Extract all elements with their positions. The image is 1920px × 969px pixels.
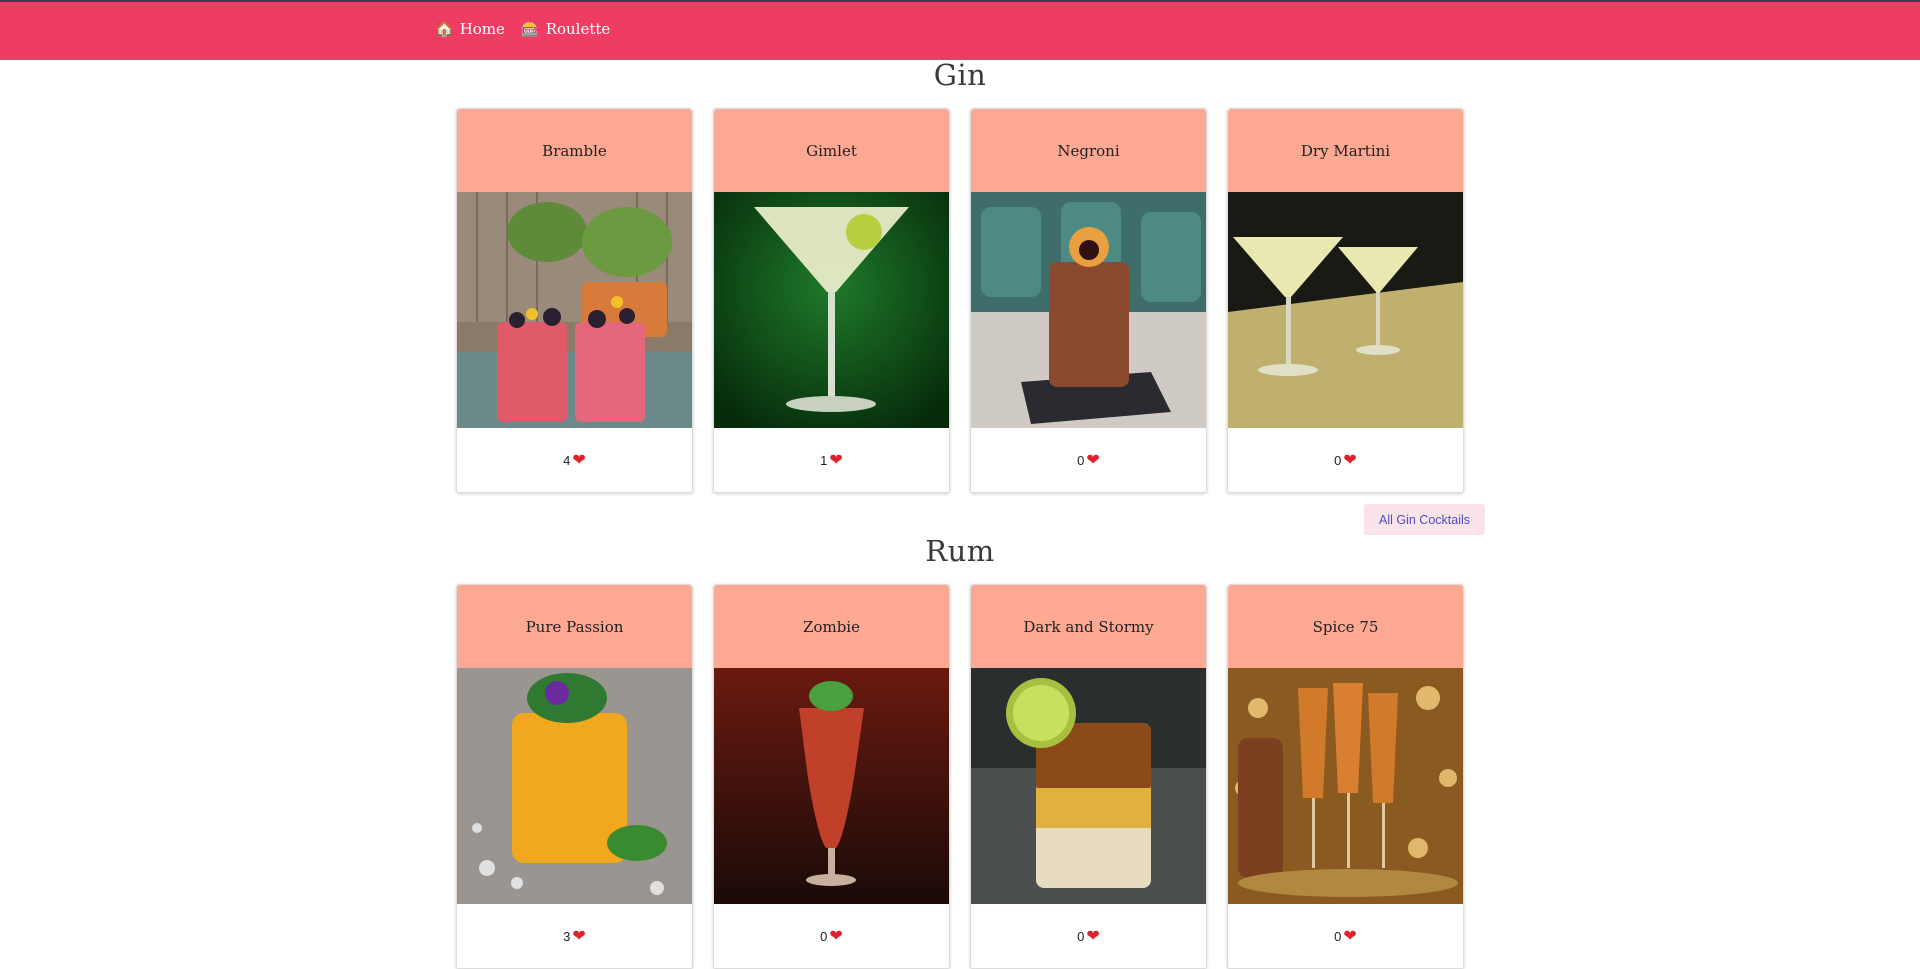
card-title: Gimlet — [714, 109, 949, 192]
pure-passion-cocktail-photo — [457, 668, 692, 904]
heart-icon[interactable]: ❤ — [1343, 450, 1356, 470]
like-count: 0 ❤ — [1228, 428, 1463, 492]
heart-icon[interactable]: ❤ — [829, 926, 842, 946]
cocktail-card-negroni[interactable]: Negroni 0 ❤ — [970, 108, 1207, 493]
house-icon: 🏠 — [435, 20, 454, 38]
heart-icon[interactable]: ❤ — [572, 450, 585, 470]
cocktail-card-dark-and-stormy[interactable]: Dark and Stormy 0 ❤ — [970, 584, 1207, 969]
slot-machine-icon: 🎰 — [521, 20, 540, 38]
cocktail-card-spice-75[interactable]: Spice 75 0 ❤ — [1227, 584, 1464, 969]
like-number: 0 — [1334, 452, 1342, 468]
nav-home-link[interactable]: 🏠 Home — [435, 20, 505, 38]
card-title: Dark and Stormy — [971, 585, 1206, 668]
cocktail-card-bramble[interactable]: Bramble 4 ❤ — [456, 108, 693, 493]
heart-icon[interactable]: ❤ — [1343, 926, 1356, 946]
card-title: Dry Martini — [1228, 109, 1463, 192]
like-count: 4 ❤ — [457, 428, 692, 492]
like-count: 0 ❤ — [1228, 904, 1463, 968]
nav-home-label: Home — [459, 20, 505, 38]
like-number: 0 — [820, 928, 828, 944]
like-count: 0 ❤ — [971, 428, 1206, 492]
negroni-cocktail-photo — [971, 192, 1206, 428]
heart-icon[interactable]: ❤ — [829, 450, 842, 470]
cocktail-card-gimlet[interactable]: Gimlet 1 ❤ — [713, 108, 950, 493]
heart-icon[interactable]: ❤ — [1086, 450, 1099, 470]
heart-icon[interactable]: ❤ — [572, 926, 585, 946]
bramble-cocktail-photo — [457, 192, 692, 428]
spice-75-cocktail-photo — [1228, 668, 1463, 904]
like-number: 0 — [1334, 928, 1342, 944]
dry-martini-cocktail-photo — [1228, 192, 1463, 428]
like-number: 1 — [820, 452, 828, 468]
cocktail-card-pure-passion[interactable]: Pure Passion 3 ❤ — [456, 584, 693, 969]
section-title-rum: Rum — [925, 534, 995, 568]
top-navbar: 🏠 Home 🎰 Roulette — [0, 0, 1920, 60]
card-title: Zombie — [714, 585, 949, 668]
gimlet-cocktail-photo — [714, 192, 949, 428]
section-title-gin: Gin — [933, 58, 987, 92]
like-count: 0 ❤ — [714, 904, 949, 968]
like-number: 4 — [563, 452, 571, 468]
cocktail-card-dry-martini[interactable]: Dry Martini 0 ❤ — [1227, 108, 1464, 493]
card-title: Pure Passion — [457, 585, 692, 668]
like-number: 0 — [1077, 928, 1085, 944]
dark-and-stormy-cocktail-photo — [971, 668, 1206, 904]
cocktail-card-zombie[interactable]: Zombie 0 ❤ — [713, 584, 950, 969]
card-title: Spice 75 — [1228, 585, 1463, 668]
card-title: Negroni — [971, 109, 1206, 192]
heart-icon[interactable]: ❤ — [1086, 926, 1099, 946]
like-count: 0 ❤ — [971, 904, 1206, 968]
like-number: 0 — [1077, 452, 1085, 468]
card-title: Bramble — [457, 109, 692, 192]
zombie-cocktail-photo — [714, 668, 949, 904]
nav-roulette-link[interactable]: 🎰 Roulette — [521, 20, 610, 38]
like-count: 1 ❤ — [714, 428, 949, 492]
like-number: 3 — [563, 928, 571, 944]
all-gin-cocktails-button[interactable]: All Gin Cocktails — [1364, 504, 1485, 535]
like-count: 3 ❤ — [457, 904, 692, 968]
nav-roulette-label: Roulette — [545, 20, 611, 38]
